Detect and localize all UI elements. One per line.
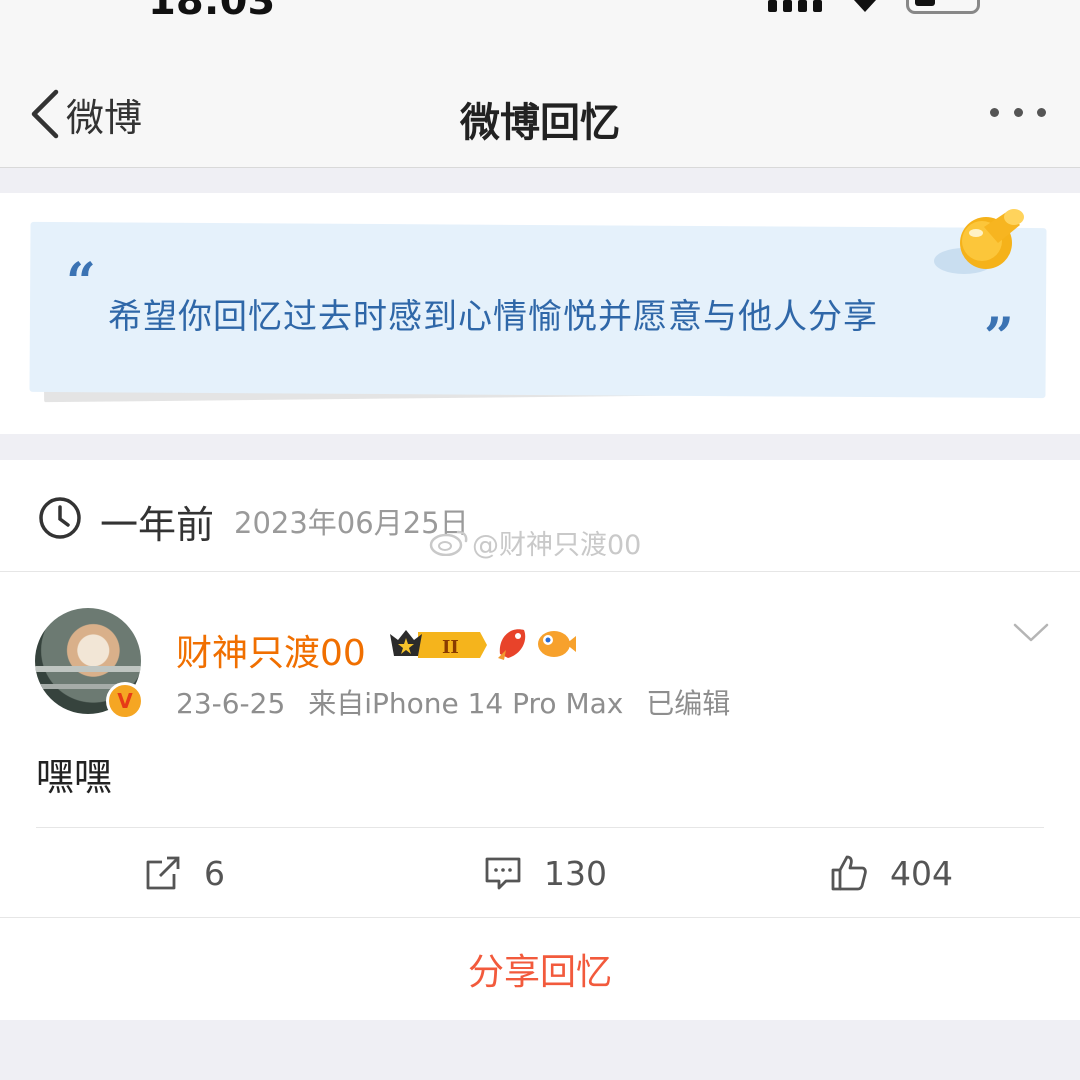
relative-time: 一年前 bbox=[100, 503, 215, 547]
watermark-text: @财神只渡00 bbox=[472, 529, 642, 561]
signal-icon bbox=[768, 0, 824, 12]
like-icon bbox=[831, 855, 867, 891]
nav-bar: 微博 微博回忆 bbox=[0, 60, 1080, 168]
vip-level: II bbox=[442, 637, 459, 658]
verified-badge: V bbox=[106, 682, 144, 720]
wifi-icon bbox=[854, 0, 876, 12]
watermark: @财神只渡00 bbox=[428, 526, 641, 561]
username[interactable]: 财神只渡00 bbox=[176, 624, 366, 676]
puffer-badge-icon[interactable] bbox=[536, 626, 576, 660]
status-bar: 18:03 bbox=[0, 0, 1080, 60]
clock-icon bbox=[39, 497, 81, 539]
post-source[interactable]: 来自iPhone 14 Pro Max bbox=[308, 687, 623, 720]
more-button[interactable] bbox=[990, 100, 1046, 124]
repost-icon bbox=[146, 856, 180, 890]
more-icon bbox=[990, 107, 999, 117]
divider bbox=[36, 827, 1044, 828]
post-date: 23-6-25 bbox=[176, 687, 286, 720]
like-button[interactable]: 404 bbox=[830, 850, 953, 896]
status-time: 18:03 bbox=[148, 0, 276, 24]
weibo-logo-icon bbox=[429, 530, 468, 556]
repost-count: 6 bbox=[204, 853, 225, 893]
quote-open-icon: “ bbox=[66, 252, 96, 313]
comment-icon bbox=[485, 857, 521, 890]
quote-close-icon: ” bbox=[984, 307, 1014, 368]
repost-button[interactable]: 6 bbox=[144, 850, 225, 896]
post-meta: 23-6-25 来自iPhone 14 Pro Max 已编辑 bbox=[176, 682, 744, 722]
fish-badge-icon[interactable] bbox=[494, 624, 530, 662]
page-title: 微博回忆 bbox=[460, 100, 620, 146]
vip-crown-icon[interactable]: II bbox=[388, 626, 488, 664]
chevron-down-icon[interactable] bbox=[1012, 622, 1050, 644]
edited-label[interactable]: 已编辑 bbox=[646, 687, 730, 720]
battery-icon bbox=[906, 0, 980, 14]
pushpin-icon bbox=[934, 209, 1024, 274]
banner-text: 希望你回忆过去时感到心情愉悦并愿意与他人分享 bbox=[108, 297, 878, 337]
comment-count: 130 bbox=[544, 853, 607, 893]
share-memory-button[interactable]: 分享回忆 bbox=[0, 918, 1080, 1020]
comment-button[interactable]: 130 bbox=[484, 850, 607, 896]
post-text[interactable]: 嘿嘿 bbox=[36, 746, 112, 801]
like-count: 404 bbox=[890, 853, 953, 893]
